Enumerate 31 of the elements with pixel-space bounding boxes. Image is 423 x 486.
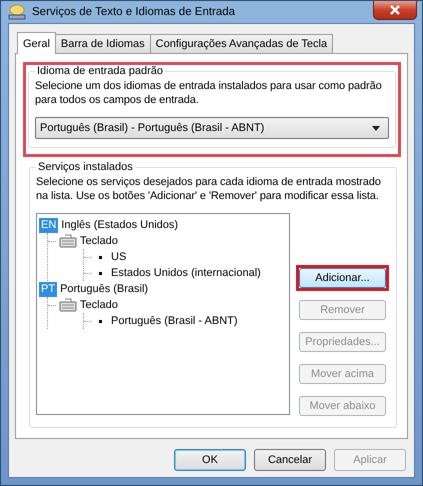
window-title: Serviços de Texto e Idiomas de Entrada — [32, 6, 236, 18]
tree-item[interactable]: Português (Brasil - ABNT) — [111, 315, 238, 327]
description-text: Selecione um dos idiomas de entrada instalados para usar como padrão para todos os campos de entrada. — [35, 79, 383, 107]
tab[interactable]: Barra de Idiomas — [54, 34, 151, 53]
tree-item[interactable]: Português (Brasil) — [60, 283, 148, 295]
tree-item[interactable]: US — [111, 251, 126, 263]
action-button[interactable]: Adicionar... — [299, 268, 386, 288]
description-text: Selecione os serviços desejados para cada idioma de entrada mostrado na lista. Use os botões 'Adicionar' e 'Remover' para modificar essa lista. — [36, 175, 382, 203]
close-button[interactable] — [373, 1, 417, 20]
app-icon — [8, 4, 26, 20]
bullet-icon — [99, 256, 102, 258]
language-dropdown[interactable]: Português (Brasil) - Português (Brasil - ABNT) — [35, 117, 389, 139]
group-label: Serviços instalados — [37, 161, 134, 173]
bullet-icon — [99, 320, 102, 322]
close-icon — [389, 5, 401, 15]
tree-item[interactable]: Inglês (Estados Unidos) — [61, 219, 178, 231]
language-badge: EN — [39, 218, 58, 232]
dialog-button[interactable]: Cancelar — [254, 449, 326, 471]
tab[interactable]: Configurações Avançadas de Tecla — [150, 34, 334, 53]
tree-item[interactable]: Teclado — [80, 235, 118, 247]
caret-icon — [372, 126, 380, 130]
language-badge: PT — [39, 282, 58, 296]
dialog-button[interactable]: OK — [174, 449, 246, 471]
group-label: Idioma de entrada padrão — [36, 65, 164, 77]
keyboard-icon — [59, 298, 77, 312]
tree-item[interactable]: Estados Unidos (internacional) — [111, 267, 261, 279]
tab[interactable]: Geral — [17, 32, 56, 54]
keyboard-icon — [59, 234, 77, 248]
bullet-icon — [99, 272, 102, 274]
services-tree[interactable]: EN Inglês (Estados Unidos) Teclado US Estados Unidos (internacional) PT Português (Brasil) Teclado Português (Brasil - ABNT) — [36, 213, 290, 415]
tree-item[interactable]: Teclado — [80, 299, 118, 311]
